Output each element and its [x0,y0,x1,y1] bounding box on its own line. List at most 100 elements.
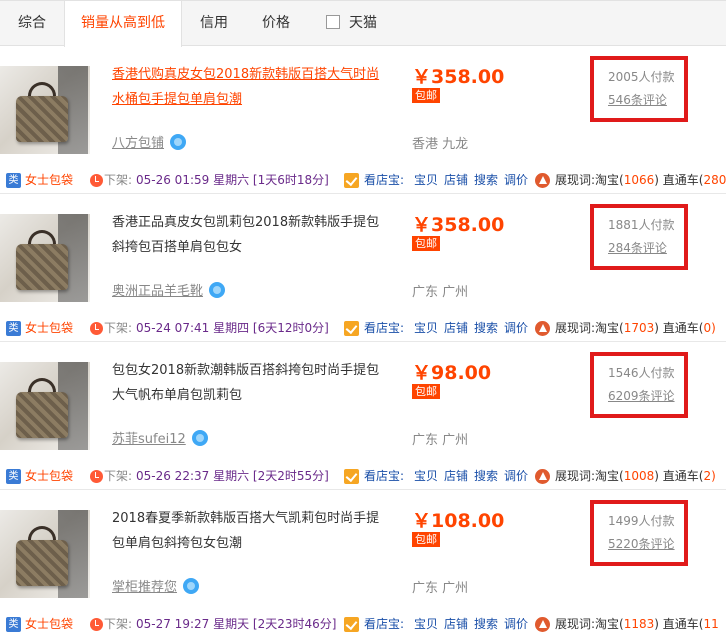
product-price: ￥108.00 [412,510,505,532]
wangwang-chat-icon[interactable] [191,430,208,446]
category-link[interactable]: 女士包袋 [25,614,73,634]
category-link[interactable]: 女士包袋 [25,318,73,338]
tab-sales-desc[interactable]: 销量从高到低 [64,1,182,47]
tool-adjust-price[interactable]: 调价 [504,614,528,634]
shop-link[interactable]: 奥洲正品羊毛靴 [112,280,226,299]
comment-count-link[interactable]: 6209条评论 [608,387,675,404]
product-item: 2018春夏季新款韩版百搭大气凯莉包时尚手提 包单肩包斜挎包女包潮 掌柜推荐您 … [0,490,726,636]
category-icon: 类 [6,173,21,188]
ztc-count: 11 [703,617,719,631]
shop-name[interactable]: 掌柜推荐您 [112,580,177,595]
taobao-label: 淘宝( [595,617,624,631]
tool-shop[interactable]: 店铺 [444,466,468,486]
tmall-checkbox[interactable] [326,15,340,29]
exposure-icon [535,173,550,188]
product-title-line1[interactable]: 香港正品真皮女包凯莉包2018新款韩版手提包 [112,210,392,235]
tab-price[interactable]: 价格 [262,1,290,46]
taobao-count: 1183 [623,617,655,631]
offline-label: 下架: [104,469,133,483]
keywords-label: 展现词: [555,321,596,335]
exposure-words[interactable]: 展现词:淘宝(1183) 直通车(11 [555,614,719,634]
shop-link[interactable]: 掌柜推荐您 [112,576,200,595]
bag-body [16,244,68,290]
sales-highlight-box: 1499人付款 5220条评论 [590,500,688,566]
location: 广东 广州 [412,433,469,448]
shop-link[interactable]: 八方包铺 [112,132,187,151]
taobao-label: 淘宝( [595,173,624,187]
wangwang-chat-icon[interactable] [209,282,226,298]
offline-time: 05-27 19:27 星期天 [2天23时46分] [136,617,337,631]
product-item: 香港代购真皮女包2018新款韩版百搭大气时尚 水桶包手提包单肩包潮 八方包铺 ￥… [0,46,726,194]
shop-name[interactable]: 奥洲正品羊毛靴 [112,284,203,299]
product-title[interactable]: 香港正品真皮女包凯莉包2018新款韩版手提包 斜挎包百搭单肩包包女 [112,210,392,260]
category-link[interactable]: 女士包袋 [25,466,73,486]
tool-search[interactable]: 搜索 [474,614,498,634]
product-title-line2[interactable]: 大气帆布单肩包凯莉包 [112,383,392,408]
tool-shop[interactable]: 店铺 [444,318,468,338]
free-shipping-badge: 包邮 [412,88,440,103]
tool-item[interactable]: 宝贝 [414,614,438,634]
product-thumbnail[interactable] [0,214,90,302]
exposure-words[interactable]: 展现词:淘宝(1008) 直通车(2) [555,466,716,486]
shop-name[interactable]: 八方包铺 [112,136,164,151]
offline-label: 下架: [104,173,133,187]
free-shipping-badge: 包邮 [412,532,440,547]
exposure-words[interactable]: 展现词:淘宝(1066) 直通车(280 [555,170,726,190]
tool-adjust-price[interactable]: 调价 [504,318,528,338]
product-title-line2[interactable]: 水桶包手提包单肩包潮 [112,87,392,112]
taobao-count: 1703 [623,321,655,335]
product-thumbnail[interactable] [0,510,90,598]
tool-item[interactable]: 宝贝 [414,466,438,486]
sales-count: 1881人付款 [608,218,675,232]
product-title-line1[interactable]: 2018春夏季新款韩版百搭大气凯莉包时尚手提 [112,506,392,531]
clock-icon [90,470,103,483]
ztc-count: 280 [703,173,726,187]
comment-count-link[interactable]: 546条评论 [608,91,667,108]
offline-time: 05-26 01:59 星期六 [1天6时18分] [136,173,329,187]
tool-adjust-price[interactable]: 调价 [504,466,528,486]
exposure-words[interactable]: 展现词:淘宝(1703) 直通车(0) [555,318,716,338]
product-title[interactable]: 2018春夏季新款韩版百搭大气凯莉包时尚手提 包单肩包斜挎包女包潮 [112,506,392,556]
product-title-line1[interactable]: 香港代购真皮女包2018新款韩版百搭大气时尚 [112,62,392,87]
tool-item[interactable]: 宝贝 [414,170,438,190]
taobao-close: ) [654,469,659,483]
product-title[interactable]: 香港代购真皮女包2018新款韩版百搭大气时尚 水桶包手提包单肩包潮 [112,62,392,112]
sales-count: 1499人付款 [608,514,675,528]
product-title-line2[interactable]: 斜挎包百搭单肩包包女 [112,235,392,260]
tool-shop[interactable]: 店铺 [444,614,468,634]
offline-label: 下架: [104,617,133,631]
tool-shop[interactable]: 店铺 [444,170,468,190]
check-icon [344,173,359,188]
ztc-label: 直通车( [662,469,704,483]
tmall-filter[interactable]: 天猫 [326,1,377,46]
category-link[interactable]: 女士包袋 [25,170,73,190]
tool-item[interactable]: 宝贝 [414,318,438,338]
shop-link[interactable]: 苏菲sufei12 [112,428,208,447]
tab-credit[interactable]: 信用 [200,1,228,46]
tool-search[interactable]: 搜索 [474,466,498,486]
comment-count-link[interactable]: 284条评论 [608,239,667,256]
comment-count-link[interactable]: 5220条评论 [608,535,675,552]
product-thumbnail[interactable] [0,362,90,450]
tool-search[interactable]: 搜索 [474,318,498,338]
tool-search[interactable]: 搜索 [474,170,498,190]
item-meta-bar: 类 女士包袋 下架: 05-26 01:59 星期六 [1天6时18分] 看店宝… [0,170,726,190]
taobao-count: 1008 [623,469,655,483]
check-icon [344,469,359,484]
sales-highlight-box: 1546人付款 6209条评论 [590,352,688,418]
exposure-icon [535,617,550,632]
tool-adjust-price[interactable]: 调价 [504,170,528,190]
free-shipping-badge: 包邮 [412,384,440,399]
wangwang-chat-icon[interactable] [183,578,200,594]
taobao-close: ) [654,173,659,187]
clock-icon [90,322,103,335]
product-title-line2[interactable]: 包单肩包斜挎包女包潮 [112,531,392,556]
tab-comprehensive[interactable]: 综合 [18,1,46,46]
shop-name[interactable]: 苏菲sufei12 [112,432,186,447]
location: 香港 九龙 [412,137,469,152]
product-title[interactable]: 包包女2018新款潮韩版百搭斜挎包时尚手提包 大气帆布单肩包凯莉包 [112,358,392,408]
product-title-line1[interactable]: 包包女2018新款潮韩版百搭斜挎包时尚手提包 [112,358,392,383]
wangwang-chat-icon[interactable] [170,134,187,150]
product-thumbnail[interactable] [0,66,90,154]
product-price: ￥98.00 [412,362,492,384]
